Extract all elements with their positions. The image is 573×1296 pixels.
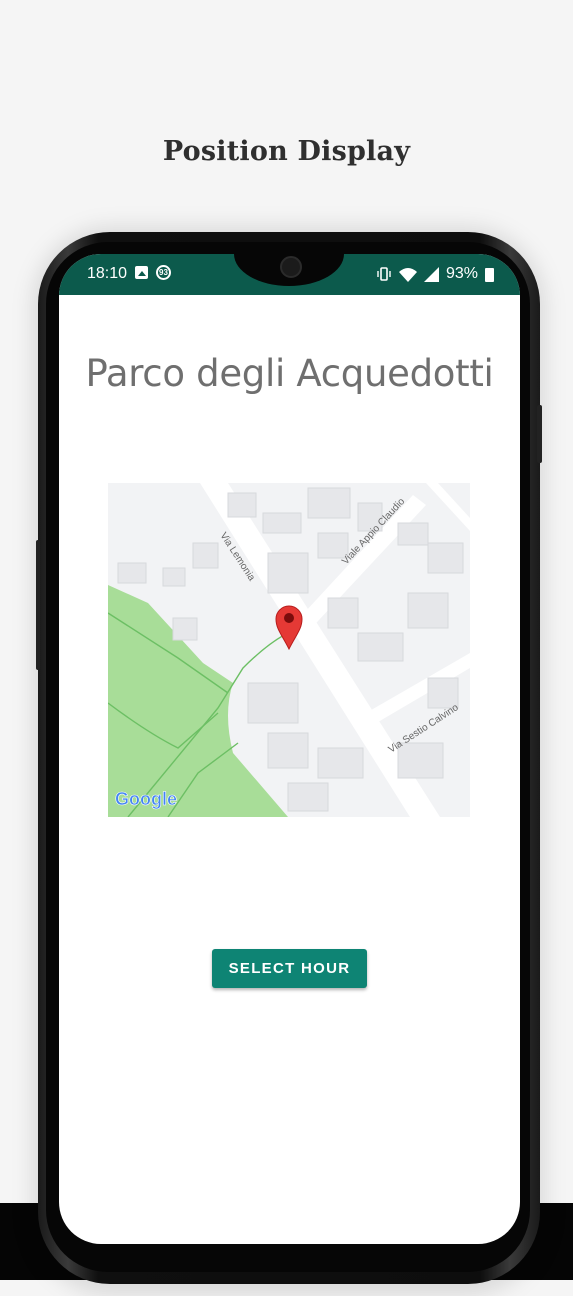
power-button [537,405,542,463]
status-bar: 18:10 93 93% [59,254,520,295]
image-icon [135,266,148,279]
battery-percent: 93% [445,265,478,282]
vibrate-icon [377,267,391,281]
status-icons-left: 93 [135,265,171,280]
phone-screen: 18:10 93 93% Parco degli Acquedotti Via … [59,254,520,1244]
wifi-icon [398,267,417,282]
badge-icon: 93 [156,265,171,280]
google-logo: Google [115,789,177,809]
map-view[interactable]: Via Lemonia Viale Appio Claudio Via Sest… [108,483,470,817]
status-time: 18:10 [87,265,128,282]
status-icons-right: 93% [376,265,494,283]
battery-icon [485,267,494,282]
volume-button [36,540,40,670]
front-camera [280,256,302,278]
place-title: Parco degli Acquedotti [85,352,494,395]
promo-title: Position Display [162,136,411,167]
select-hour-button[interactable]: SELECT HOUR [212,949,367,988]
signal-icon [423,266,439,282]
